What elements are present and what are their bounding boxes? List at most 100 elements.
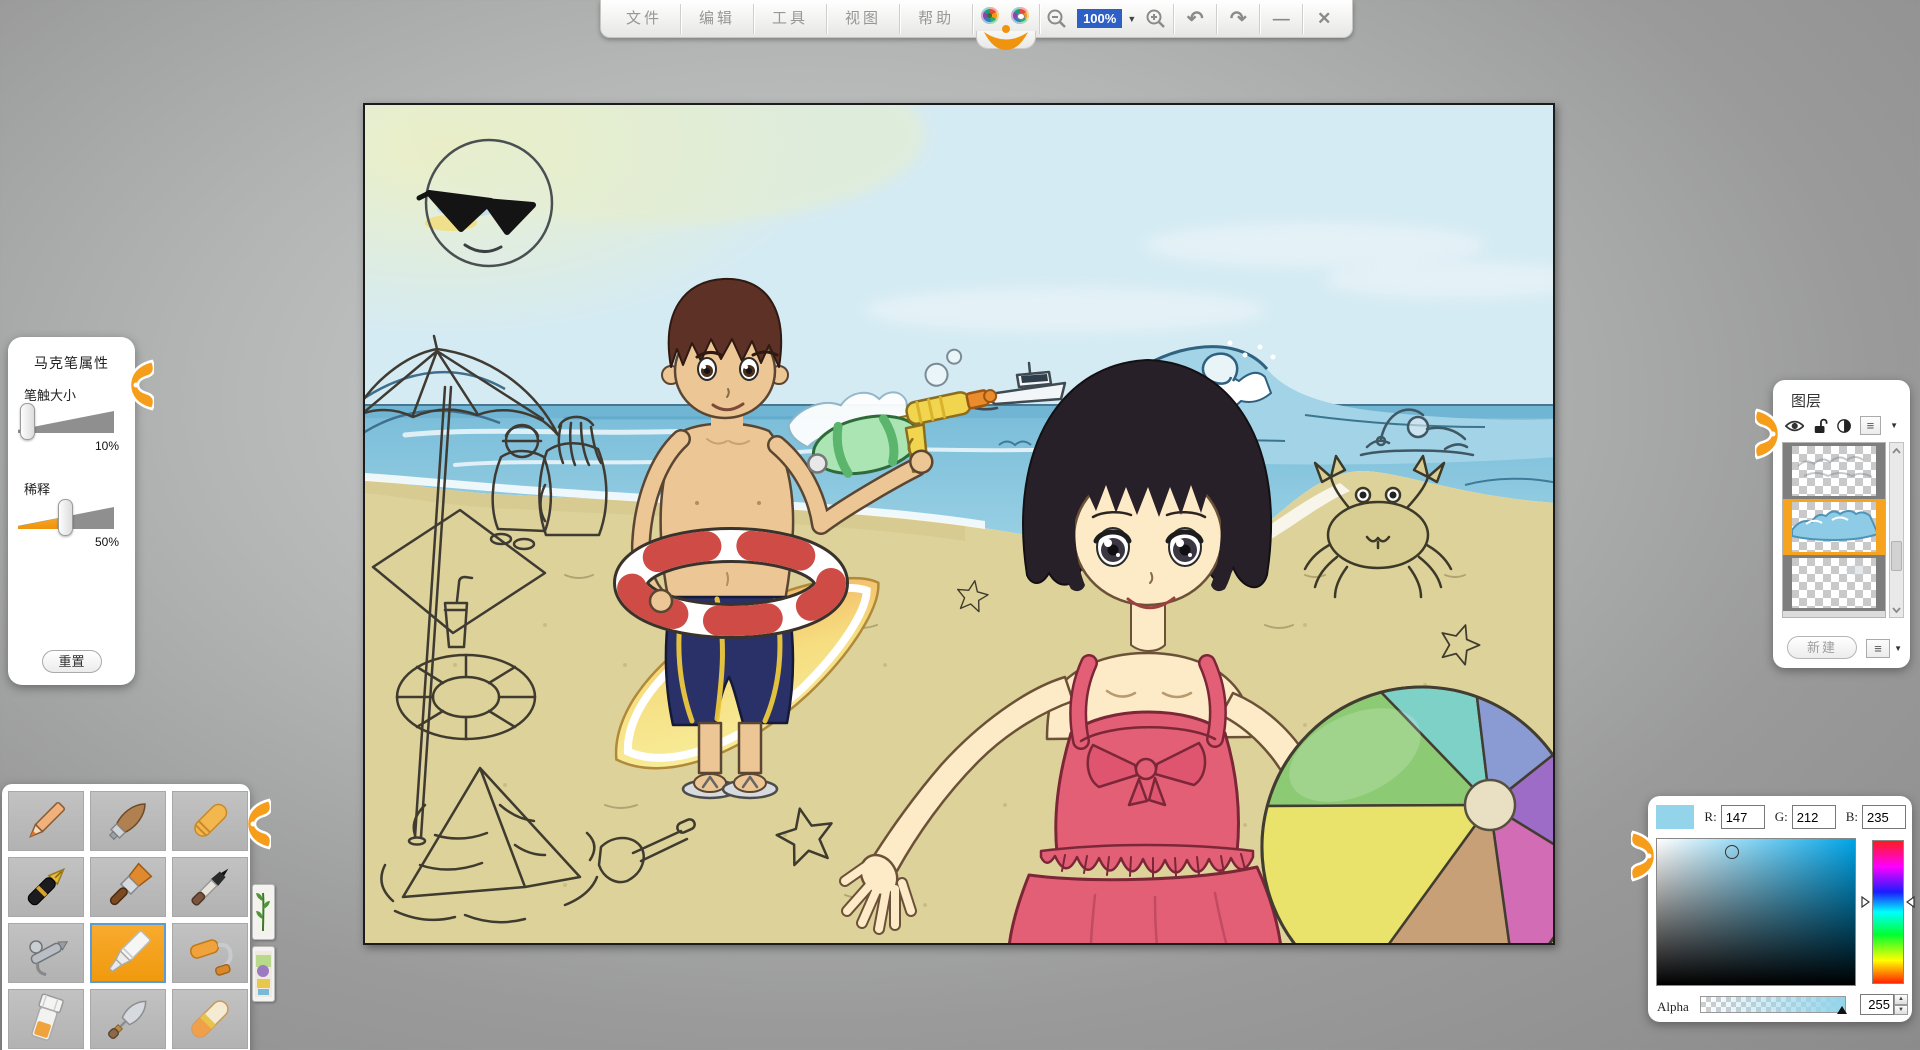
tool-wood-pencil[interactable] <box>90 791 166 851</box>
main-toolbar: 文件 编辑 工具 视图 帮助 100% ▼ ↶ ↷ <box>600 0 1353 38</box>
layer-row-bottom-empty[interactable] <box>1783 555 1885 611</box>
layer-thumbnail-blue-wave <box>1792 502 1878 552</box>
zoom-level-combobox[interactable]: 100% ▼ <box>1073 1 1140 37</box>
clown-mascot-button[interactable] <box>974 1 1038 37</box>
brush-size-slider-thumb[interactable] <box>20 403 35 440</box>
reset-button[interactable]: 重置 <box>42 650 102 673</box>
sky <box>365 105 1555 415</box>
menu-help[interactable]: 帮助 <box>901 1 971 37</box>
tool-palette-panel <box>2 784 250 1050</box>
panel-clip-handle[interactable] <box>1755 406 1781 462</box>
plant-stamp-tab[interactable] <box>252 884 275 940</box>
dilution-slider-thumb[interactable] <box>58 499 73 536</box>
toolbar-separator <box>1259 4 1260 34</box>
zoom-in-button[interactable] <box>1140 1 1172 37</box>
layer-row-top-sketch[interactable] <box>1783 443 1885 499</box>
saturation-value-box[interactable] <box>1656 838 1856 986</box>
redo-button[interactable]: ↷ <box>1218 1 1258 37</box>
paint-jar-icon <box>18 991 74 1047</box>
sv-cursor[interactable] <box>1725 845 1739 859</box>
menu-edit[interactable]: 编辑 <box>682 1 752 37</box>
layer-list-scrollbar[interactable] <box>1889 442 1904 618</box>
chevron-down-icon[interactable]: ▼ <box>1127 14 1136 24</box>
panel-clip-handle[interactable] <box>245 796 271 852</box>
undo-button[interactable]: ↶ <box>1175 1 1215 37</box>
clown-mouth-icon <box>983 31 1029 51</box>
new-layer-button[interactable]: 新建 <box>1787 636 1857 659</box>
scroll-up-icon[interactable] <box>1890 443 1903 458</box>
marker-properties-panel: 马克笔属性 笔触大小 10% 稀释 50% 重置 <box>8 337 135 685</box>
alpha-bar[interactable] <box>1700 996 1846 1013</box>
menu-view[interactable]: 视图 <box>828 1 898 37</box>
red-channel-label: R: <box>1704 809 1716 825</box>
palette-knife-icon <box>100 991 156 1047</box>
minimize-button[interactable]: — <box>1261 1 1301 37</box>
clown-left-eye-icon <box>981 7 999 24</box>
alpha-spin-up-button[interactable]: ▲ <box>1894 994 1908 1005</box>
scrollbar-thumb[interactable] <box>1891 541 1902 571</box>
panel-clip-handle[interactable] <box>1631 828 1657 884</box>
visibility-eye-icon[interactable] <box>1785 418 1804 434</box>
flat-brush-icon <box>100 859 156 915</box>
plant-stamp-icon <box>255 889 272 935</box>
blue-channel-label: B: <box>1846 809 1858 825</box>
tool-paint-jar[interactable] <box>8 989 84 1049</box>
blue-channel-input[interactable] <box>1862 805 1906 829</box>
tool-flat-brush[interactable] <box>90 857 166 917</box>
color-pencil-icon <box>18 793 74 849</box>
zoom-level-value[interactable]: 100% <box>1077 9 1122 28</box>
clown-right-eye-icon <box>1011 7 1029 24</box>
close-button[interactable]: ✕ <box>1304 1 1344 37</box>
beach-scene-artwork <box>365 105 1555 945</box>
zoom-in-icon <box>1145 8 1167 30</box>
hue-marker-right-icon[interactable] <box>1906 896 1915 908</box>
drawing-canvas[interactable] <box>363 103 1555 945</box>
picture-stamp-icon <box>255 951 272 997</box>
chevron-down-icon[interactable]: ▼ <box>1894 644 1902 653</box>
toolbar-separator <box>899 4 900 34</box>
green-channel-input[interactable] <box>1792 805 1836 829</box>
alpha-label: Alpha <box>1657 999 1689 1015</box>
zoom-out-button[interactable] <box>1041 1 1073 37</box>
tool-grid <box>8 791 248 1049</box>
unlocked-padlock-icon[interactable] <box>1813 417 1827 434</box>
airbrush-icon <box>18 925 74 981</box>
picture-stamp-tab[interactable] <box>252 946 275 1002</box>
tool-color-pencil[interactable] <box>8 791 84 851</box>
tool-eraser[interactable] <box>172 989 248 1049</box>
current-color-swatch <box>1656 805 1694 829</box>
alpha-spinner: ▲ ▼ <box>1860 994 1908 1015</box>
hue-marker-left-icon[interactable] <box>1861 896 1870 908</box>
crayon-icon <box>182 793 238 849</box>
green-channel-label: G: <box>1775 809 1788 825</box>
tool-paint-roller[interactable] <box>172 923 248 983</box>
hue-bar[interactable] <box>1872 840 1904 984</box>
layer-row-blue-wave-selected[interactable] <box>1783 499 1885 555</box>
layer-thumbnail-sketch <box>1792 446 1878 496</box>
alpha-spin-down-button[interactable]: ▼ <box>1894 1005 1908 1016</box>
tool-palette-knife[interactable] <box>90 989 166 1049</box>
layer-list-menu-button[interactable]: ≡ <box>1866 639 1890 658</box>
layer-menu-button[interactable]: ≡ <box>1860 416 1881 435</box>
alpha-value-input[interactable] <box>1860 994 1894 1015</box>
tool-ink-brush[interactable] <box>172 857 248 917</box>
marker-panel-title: 马克笔属性 <box>8 353 135 373</box>
menu-tools[interactable]: 工具 <box>755 1 825 37</box>
menu-file[interactable]: 文件 <box>609 1 679 37</box>
panel-clip-handle[interactable] <box>128 357 154 413</box>
scroll-down-icon[interactable] <box>1890 602 1903 617</box>
toolbar-separator <box>753 4 754 34</box>
chevron-down-icon[interactable]: ▼ <box>1890 421 1898 430</box>
layers-panel-title: 图层 <box>1791 390 1821 411</box>
opacity-contrast-icon[interactable] <box>1837 418 1851 434</box>
tool-fountain-pen[interactable] <box>8 857 84 917</box>
toolbar-separator <box>1302 4 1303 34</box>
tool-marker-selected[interactable] <box>90 923 166 983</box>
red-channel-input[interactable] <box>1721 805 1765 829</box>
toolbar-separator <box>1216 4 1217 34</box>
alpha-marker-icon[interactable] <box>1837 1006 1847 1014</box>
tool-crayon[interactable] <box>172 791 248 851</box>
tool-airbrush[interactable] <box>8 923 84 983</box>
brush-size-value: 10% <box>95 439 119 453</box>
layer-thumbnail-empty <box>1792 558 1878 608</box>
